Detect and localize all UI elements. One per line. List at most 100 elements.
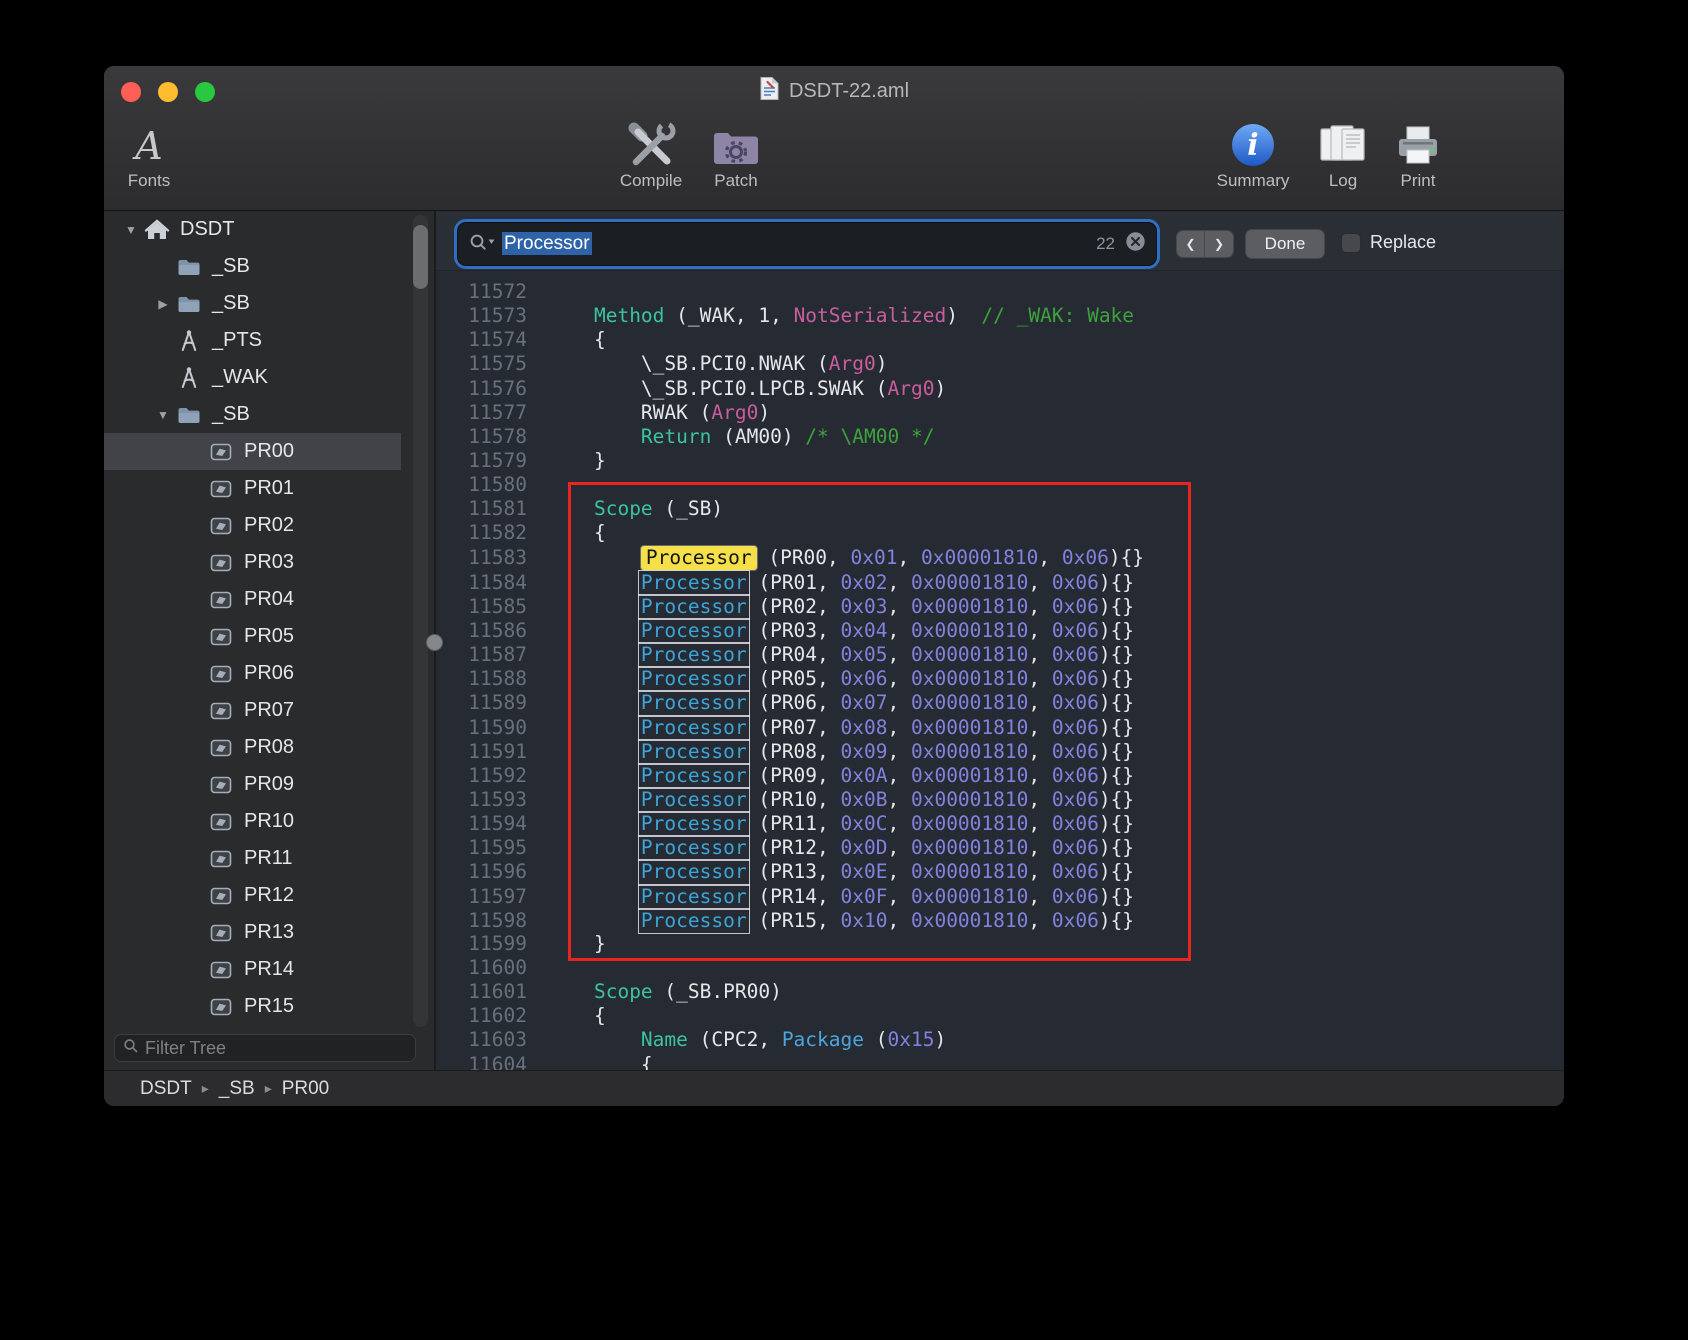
print-button[interactable]: Print [1382,118,1454,191]
code-editor[interactable]: 1157211573 Method (_WAK, 1, NotSerialize… [436,271,1564,1070]
find-next-button[interactable]: ❯ [1205,231,1233,257]
line-number: 11576 [444,377,542,401]
compile-button[interactable]: Compile [609,118,693,191]
sidebar-scrollbar-thumb[interactable] [413,225,428,289]
fonts-button[interactable]: A Fonts [104,118,194,191]
code-text: Return (AM00) /* \AM00 */ [542,425,934,448]
sidebar-item-label: DSDT [180,218,234,241]
clear-search-icon[interactable] [1125,231,1146,257]
code-text: Name (CPC2, Package (0x15) [542,1028,946,1051]
sidebar-item-_sb-5[interactable]: ▼_SB [104,396,401,433]
code-line: 11572 [436,280,1564,304]
line-number: 11582 [444,521,542,545]
proc-icon [208,476,234,502]
sidebar-item-_sb-1[interactable]: _SB [104,248,401,285]
code-line: 11587 Processor (PR04, 0x05, 0x00001810,… [436,642,1564,666]
find-match: Processor [638,835,750,861]
sidebar-item-label: PR08 [244,736,294,759]
sidebar-item-pr04-10[interactable]: PR04 [104,581,401,618]
sidebar-item-pr10-16[interactable]: PR10 [104,803,401,840]
log-button[interactable]: Log [1307,118,1379,191]
breadcrumb-separator: ▸ [265,1080,272,1097]
window-title: DSDT-22.aml [789,80,909,103]
breadcrumb-item-dsdt[interactable]: DSDT [140,1078,192,1100]
code-text: Processor (PR05, 0x06, 0x00001810, 0x06)… [542,667,1134,690]
sidebar-item-label: PR10 [244,810,294,833]
code-line: 11593 Processor (PR10, 0x0B, 0x00001810,… [436,787,1564,811]
line-number: 11575 [444,352,542,376]
object-tree: ▼ DSDT _SB▶_SB_PTS _WAK ▼_SBPR00 PR01 PR02PR03… [104,211,434,1025]
sidebar-item-pr14-20[interactable]: PR14 [104,951,401,988]
patch-button[interactable]: Patch [694,118,778,191]
sidebar-item-_pts-3[interactable]: _PTS [104,322,401,359]
sidebar-item-pr00-6[interactable]: PR00 [104,433,401,470]
sidebar-item-pr09-15[interactable]: PR09 [104,766,401,803]
sidebar-item-pr03-9[interactable]: PR03 [104,544,401,581]
breadcrumb-item-_sb[interactable]: _SB [219,1078,255,1100]
summary-button[interactable]: i Summary [1208,118,1298,191]
find-input[interactable]: Processor 22 [458,223,1156,265]
sidebar-item-dsdt-0[interactable]: ▼ DSDT [104,211,401,248]
search-icon[interactable] [468,232,496,257]
sidebar-item-label: PR14 [244,958,294,981]
sidebar-item-pr08-14[interactable]: PR08 [104,729,401,766]
filter-tree-field[interactable] [114,1034,416,1062]
sidebar-item-label: PR15 [244,995,294,1018]
breadcrumb-item-pr00[interactable]: PR00 [282,1078,330,1100]
code-line: 11588 Processor (PR05, 0x06, 0x00001810,… [436,666,1564,690]
find-match: Processor [638,690,750,716]
code-text: Processor (PR10, 0x0B, 0x00001810, 0x06)… [542,788,1134,811]
code-text: \_SB.PCI0.LPCB.SWAK (Arg0) [542,377,946,400]
find-match: Processor [638,715,750,741]
sidebar-item-label: PR01 [244,477,294,500]
find-previous-button[interactable]: ❮ [1177,231,1205,257]
code-line: 11598 Processor (PR15, 0x10, 0x00001810,… [436,908,1564,932]
find-match: Processor [638,811,750,837]
code-text: Processor (PR13, 0x0E, 0x00001810, 0x06)… [542,860,1134,883]
replace-checkbox[interactable] [1341,233,1361,253]
sidebar-item-pr07-13[interactable]: PR07 [104,692,401,729]
sidebar-item-pr13-19[interactable]: PR13 [104,914,401,951]
titlebar[interactable]: DSDT-22.aml [104,66,1564,116]
code-line: 11595 Processor (PR12, 0x0D, 0x00001810,… [436,835,1564,859]
sidebar-item-pr01-7[interactable]: PR01 [104,470,401,507]
log-icon [1315,118,1371,168]
filter-tree-input[interactable] [145,1038,407,1059]
code-line: 11603 Name (CPC2, Package (0x15) [436,1028,1564,1052]
code-text: Processor (PR06, 0x07, 0x00001810, 0x06)… [542,691,1134,714]
splitter-handle[interactable] [426,634,443,651]
disclosure-triangle[interactable]: ▶ [150,297,176,311]
sidebar-item-pr15-21[interactable]: PR15 [104,988,401,1025]
line-number: 11581 [444,497,542,521]
svg-text:i: i [1247,128,1258,163]
code-line: 11604 { [436,1053,1564,1071]
code-text: Processor (PR00, 0x01, 0x00001810, 0x06)… [542,546,1144,569]
sidebar-item-_wak-4[interactable]: _WAK [104,359,401,396]
code-line: 11590 Processor (PR07, 0x08, 0x00001810,… [436,715,1564,739]
line-number: 11572 [444,280,542,304]
sidebar-item-pr12-18[interactable]: PR12 [104,877,401,914]
code-text: { [542,328,606,351]
sidebar-item-pr05-11[interactable]: PR05 [104,618,401,655]
proc-icon [208,550,234,576]
code-text [542,280,547,303]
done-button[interactable]: Done [1245,229,1325,259]
line-number: 11592 [444,764,542,788]
sidebar-scrollbar-track[interactable] [413,215,428,1027]
code-text: Method (_WAK, 1, NotSerialized) // _WAK:… [542,304,1134,327]
sidebar-item-pr06-12[interactable]: PR06 [104,655,401,692]
sidebar-item-pr02-8[interactable]: PR02 [104,507,401,544]
fonts-label: Fonts [128,171,171,191]
proc-icon [208,809,234,835]
code-text: Scope (_SB.PR00) [542,980,782,1003]
code-text: { [542,1053,653,1071]
proc-icon [208,994,234,1020]
disclosure-triangle[interactable]: ▼ [150,408,176,422]
sidebar-item-_sb-2[interactable]: ▶_SB [104,285,401,322]
sidebar-item-label: _WAK [212,366,268,389]
sidebar-item-pr11-17[interactable]: PR11 [104,840,401,877]
disclosure-triangle[interactable]: ▼ [118,223,144,237]
line-number: 11593 [444,788,542,812]
line-number: 11580 [444,473,542,497]
proc-icon [208,439,234,465]
